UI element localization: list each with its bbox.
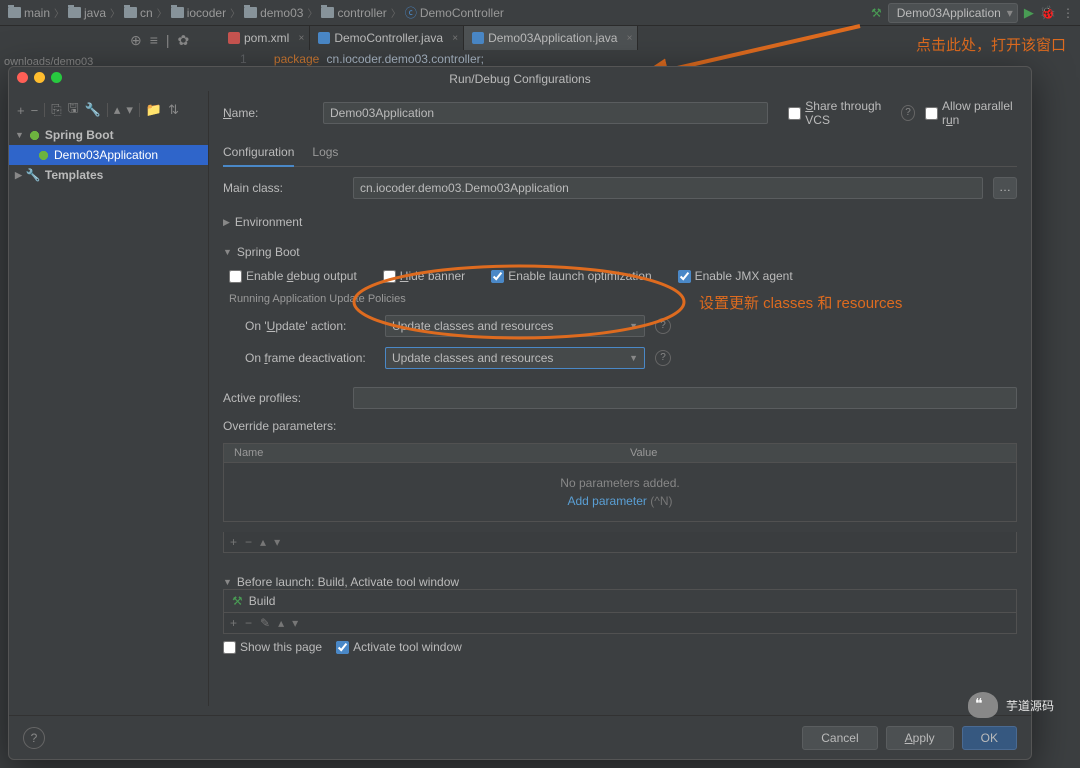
active-profiles-input[interactable] (353, 387, 1017, 409)
tab-configuration[interactable]: Configuration (223, 141, 294, 167)
tab-pom[interactable]: pom.xml× (220, 26, 310, 50)
add-icon[interactable]: + (17, 103, 25, 118)
expand-icon[interactable]: ⇅ (168, 102, 179, 118)
main-class-label: Main class: (223, 181, 343, 195)
dialog-footer: ? Cancel Apply OK (9, 715, 1031, 759)
params-table: NameValue No parameters added. Add param… (223, 443, 1017, 522)
watermark: 芋道源码 (968, 692, 1054, 718)
breadcrumb[interactable]: main〉 java〉 cn〉 iocoder〉 demo03〉 control… (6, 4, 871, 21)
annotation-top: 点击此处，打开该窗口 (916, 34, 1066, 55)
debug-output-checkbox[interactable]: Enable debug output (229, 269, 357, 283)
on-update-combo[interactable]: Update classes and resources▼ (385, 315, 645, 337)
cancel-button[interactable]: Cancel (802, 726, 877, 750)
more-icon[interactable]: ⋮ (1062, 6, 1074, 20)
build-task[interactable]: ⚒Build (224, 590, 1016, 612)
on-update-label: On 'Update' action: (245, 319, 375, 333)
no-params-text: No parameters added. (560, 476, 679, 490)
tree-templates[interactable]: ▶🔧Templates (9, 165, 208, 185)
show-page-checkbox[interactable]: Show this page (223, 640, 322, 654)
help-icon[interactable]: ? (901, 105, 915, 121)
tab-controller[interactable]: DemoController.java× (310, 26, 464, 50)
dialog-titlebar[interactable]: Run/Debug Configurations (9, 67, 1031, 91)
on-frame-label: On frame deactivation: (245, 351, 375, 365)
environment-section[interactable]: ▶Environment (223, 215, 1017, 229)
add-icon[interactable]: + (230, 535, 237, 549)
up-icon[interactable]: ▴ (278, 616, 284, 630)
save-icon[interactable]: 🖫 (68, 99, 79, 121)
annotation-settings: 设置更新 classes 和 resources (699, 292, 902, 313)
top-bar: main〉 java〉 cn〉 iocoder〉 demo03〉 control… (0, 0, 1080, 26)
hammer-icon[interactable]: ⚒ (871, 6, 882, 20)
tree-spring-boot[interactable]: ▼Spring Boot (9, 125, 208, 145)
launch-optimization-checkbox[interactable]: Enable launch optimization (491, 269, 651, 283)
debug-icon[interactable]: 🐞 (1040, 5, 1056, 21)
col-value: Value (620, 444, 1016, 462)
minimize-icon[interactable] (34, 72, 45, 83)
down-icon[interactable]: ▾ (274, 535, 280, 549)
code-line: 1 package cn.iocoder.demo03.controller; (240, 52, 484, 66)
active-profiles-label: Active profiles: (223, 391, 343, 405)
jmx-agent-checkbox[interactable]: Enable JMX agent (678, 269, 793, 283)
apply-button[interactable]: Apply (886, 726, 954, 750)
run-debug-dialog: Run/Debug Configurations + − ⎘ 🖫 🔧 ▴ ▾ 📁… (8, 66, 1032, 760)
close-icon[interactable]: × (299, 33, 305, 44)
override-params-label: Override parameters: (223, 419, 1017, 433)
share-vcs-checkbox[interactable]: Share through VCS (788, 99, 891, 127)
editor-tabs: pom.xml× DemoController.java× Demo03Appl… (220, 26, 638, 50)
before-launch-list: ⚒Build (223, 589, 1017, 613)
copy-icon[interactable]: ⎘ (51, 102, 61, 118)
name-input[interactable] (323, 102, 768, 124)
up-icon[interactable]: ▴ (114, 102, 121, 118)
help-button[interactable]: ? (23, 727, 45, 749)
spring-boot-section[interactable]: ▼Spring Boot (223, 245, 1017, 259)
add-icon[interactable]: + (230, 616, 237, 630)
tab-logs[interactable]: Logs (312, 141, 338, 166)
hide-banner-checkbox[interactable]: Hide banner (383, 269, 465, 283)
before-launch-section[interactable]: ▼Before launch: Build, Activate tool win… (223, 575, 1017, 589)
target-icon[interactable]: ⊕ (130, 32, 142, 49)
run-icon[interactable]: ▶ (1024, 5, 1034, 21)
dialog-main: Name: Share through VCS ? Allow parallel… (209, 91, 1031, 706)
down-icon[interactable]: ▾ (126, 102, 133, 118)
remove-icon[interactable]: − (31, 103, 39, 118)
on-frame-combo[interactable]: Update classes and resources▼ (385, 347, 645, 369)
dialog-title: Run/Debug Configurations (449, 72, 590, 86)
name-label: Name: (223, 106, 313, 120)
remove-icon[interactable]: − (245, 535, 252, 549)
help-icon[interactable]: ? (655, 318, 671, 334)
main-class-input[interactable] (353, 177, 983, 199)
help-icon[interactable]: ? (655, 350, 671, 366)
wechat-icon (968, 692, 998, 718)
tree-selected-app[interactable]: Demo03Application (9, 145, 208, 165)
close-icon[interactable]: × (452, 33, 458, 44)
param-tools: + − ▴ ▾ (223, 532, 1017, 553)
config-tabs: Configuration Logs (223, 141, 1017, 167)
hammer-icon: ⚒ (232, 594, 243, 608)
col-name: Name (224, 444, 620, 462)
ok-button[interactable]: OK (962, 726, 1017, 750)
down-icon[interactable]: ▾ (292, 616, 298, 630)
collapse-icon[interactable]: ≡ (150, 32, 158, 48)
up-icon[interactable]: ▴ (260, 535, 266, 549)
close-icon[interactable]: × (627, 33, 633, 44)
activate-tool-window-checkbox[interactable]: Activate tool window (336, 640, 462, 654)
run-config-selector[interactable]: Demo03Application (888, 3, 1018, 23)
close-window-icon[interactable] (17, 72, 28, 83)
folder-icon[interactable]: 📁 (146, 102, 162, 118)
tab-application[interactable]: Demo03Application.java× (464, 26, 638, 50)
gear-icon[interactable]: ✿ (178, 32, 190, 49)
dialog-sidebar: + − ⎘ 🖫 🔧 ▴ ▾ 📁 ⇅ ▼Spring Boot Demo03App… (9, 91, 209, 706)
parallel-run-checkbox[interactable]: Allow parallel run (925, 99, 1017, 127)
browse-button[interactable]: … (993, 177, 1017, 199)
wrench-icon[interactable]: 🔧 (85, 102, 101, 118)
before-launch-tools: + − ✎ ▴ ▾ (223, 613, 1017, 634)
remove-icon[interactable]: − (245, 616, 252, 630)
edit-icon[interactable]: ✎ (260, 616, 270, 630)
maximize-icon[interactable] (51, 72, 62, 83)
add-parameter-link[interactable]: Add parameter (567, 494, 646, 508)
